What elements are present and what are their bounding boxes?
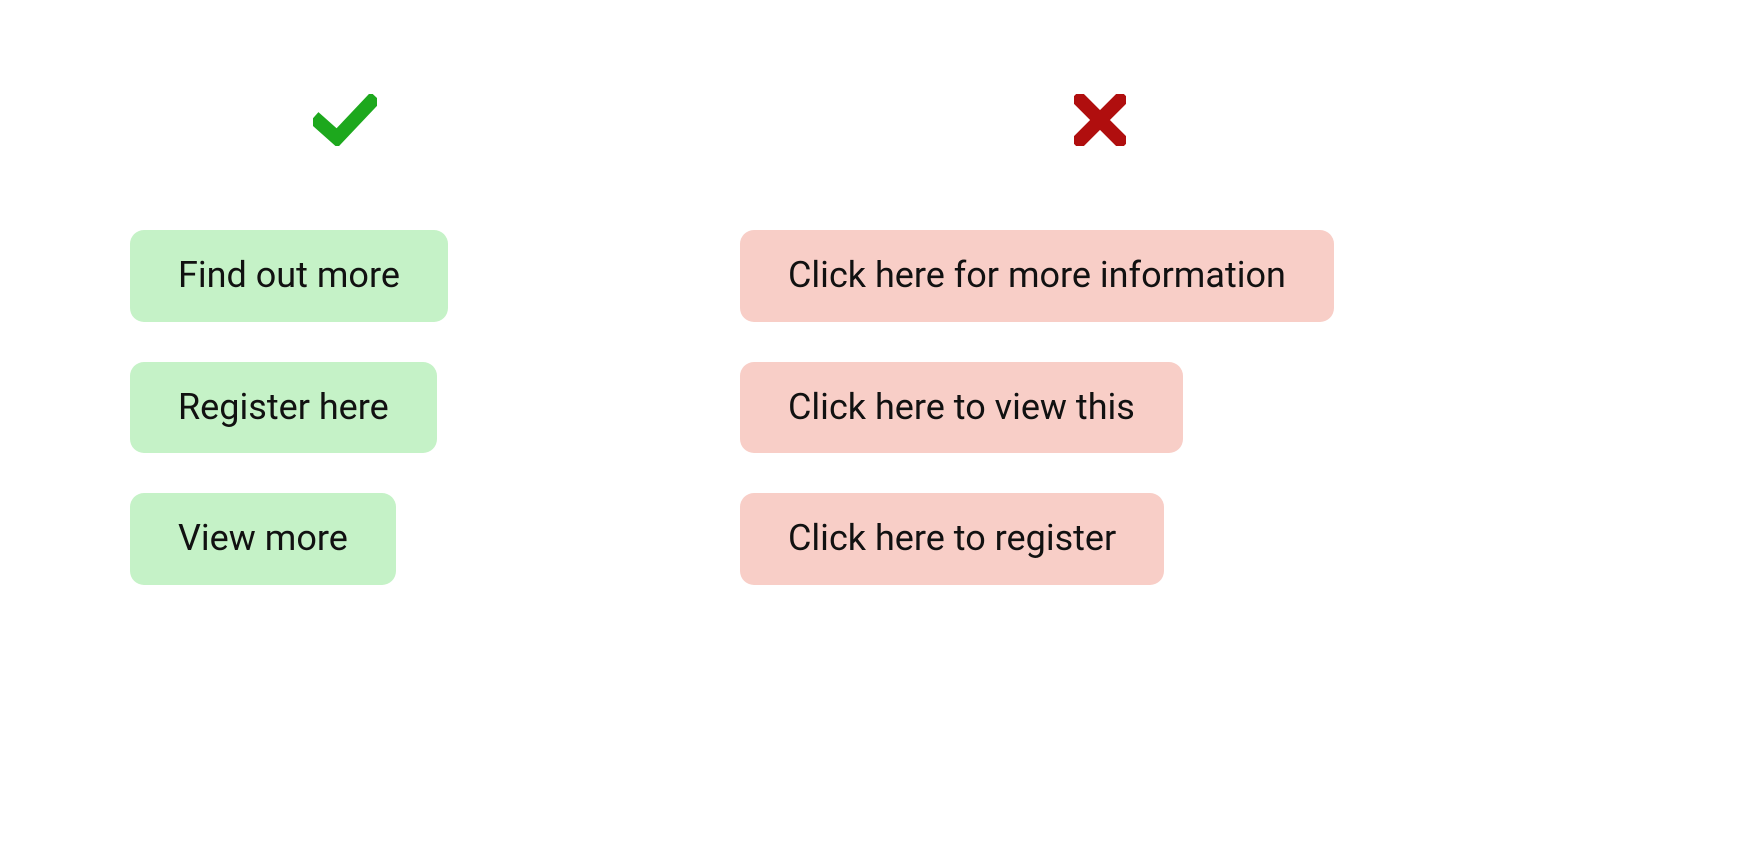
pill-label: Register here <box>178 386 389 428</box>
pill-label: Click here to register <box>788 517 1116 559</box>
good-example-pill: View more <box>130 493 396 585</box>
pill-label: Click here to view this <box>788 386 1135 428</box>
bad-example-pill: Click here to view this <box>740 362 1183 454</box>
bad-example-pill: Click here to register <box>740 493 1164 585</box>
good-example-pill: Register here <box>130 362 437 454</box>
good-example-pill: Find out more <box>130 230 448 322</box>
pill-label: View more <box>178 517 348 559</box>
bad-examples-column: Click here for more information Click he… <box>740 90 1460 625</box>
bad-icon-row <box>740 90 1460 150</box>
good-icon-row <box>130 90 560 150</box>
cross-icon <box>1074 94 1126 146</box>
pill-label: Find out more <box>178 254 400 296</box>
bad-example-pill: Click here for more information <box>740 230 1334 322</box>
pill-label: Click here for more information <box>788 254 1286 296</box>
good-examples-column: Find out more Register here View more <box>130 90 560 625</box>
comparison-container: Find out more Register here View more Cl… <box>0 0 1750 625</box>
check-icon <box>313 94 377 146</box>
